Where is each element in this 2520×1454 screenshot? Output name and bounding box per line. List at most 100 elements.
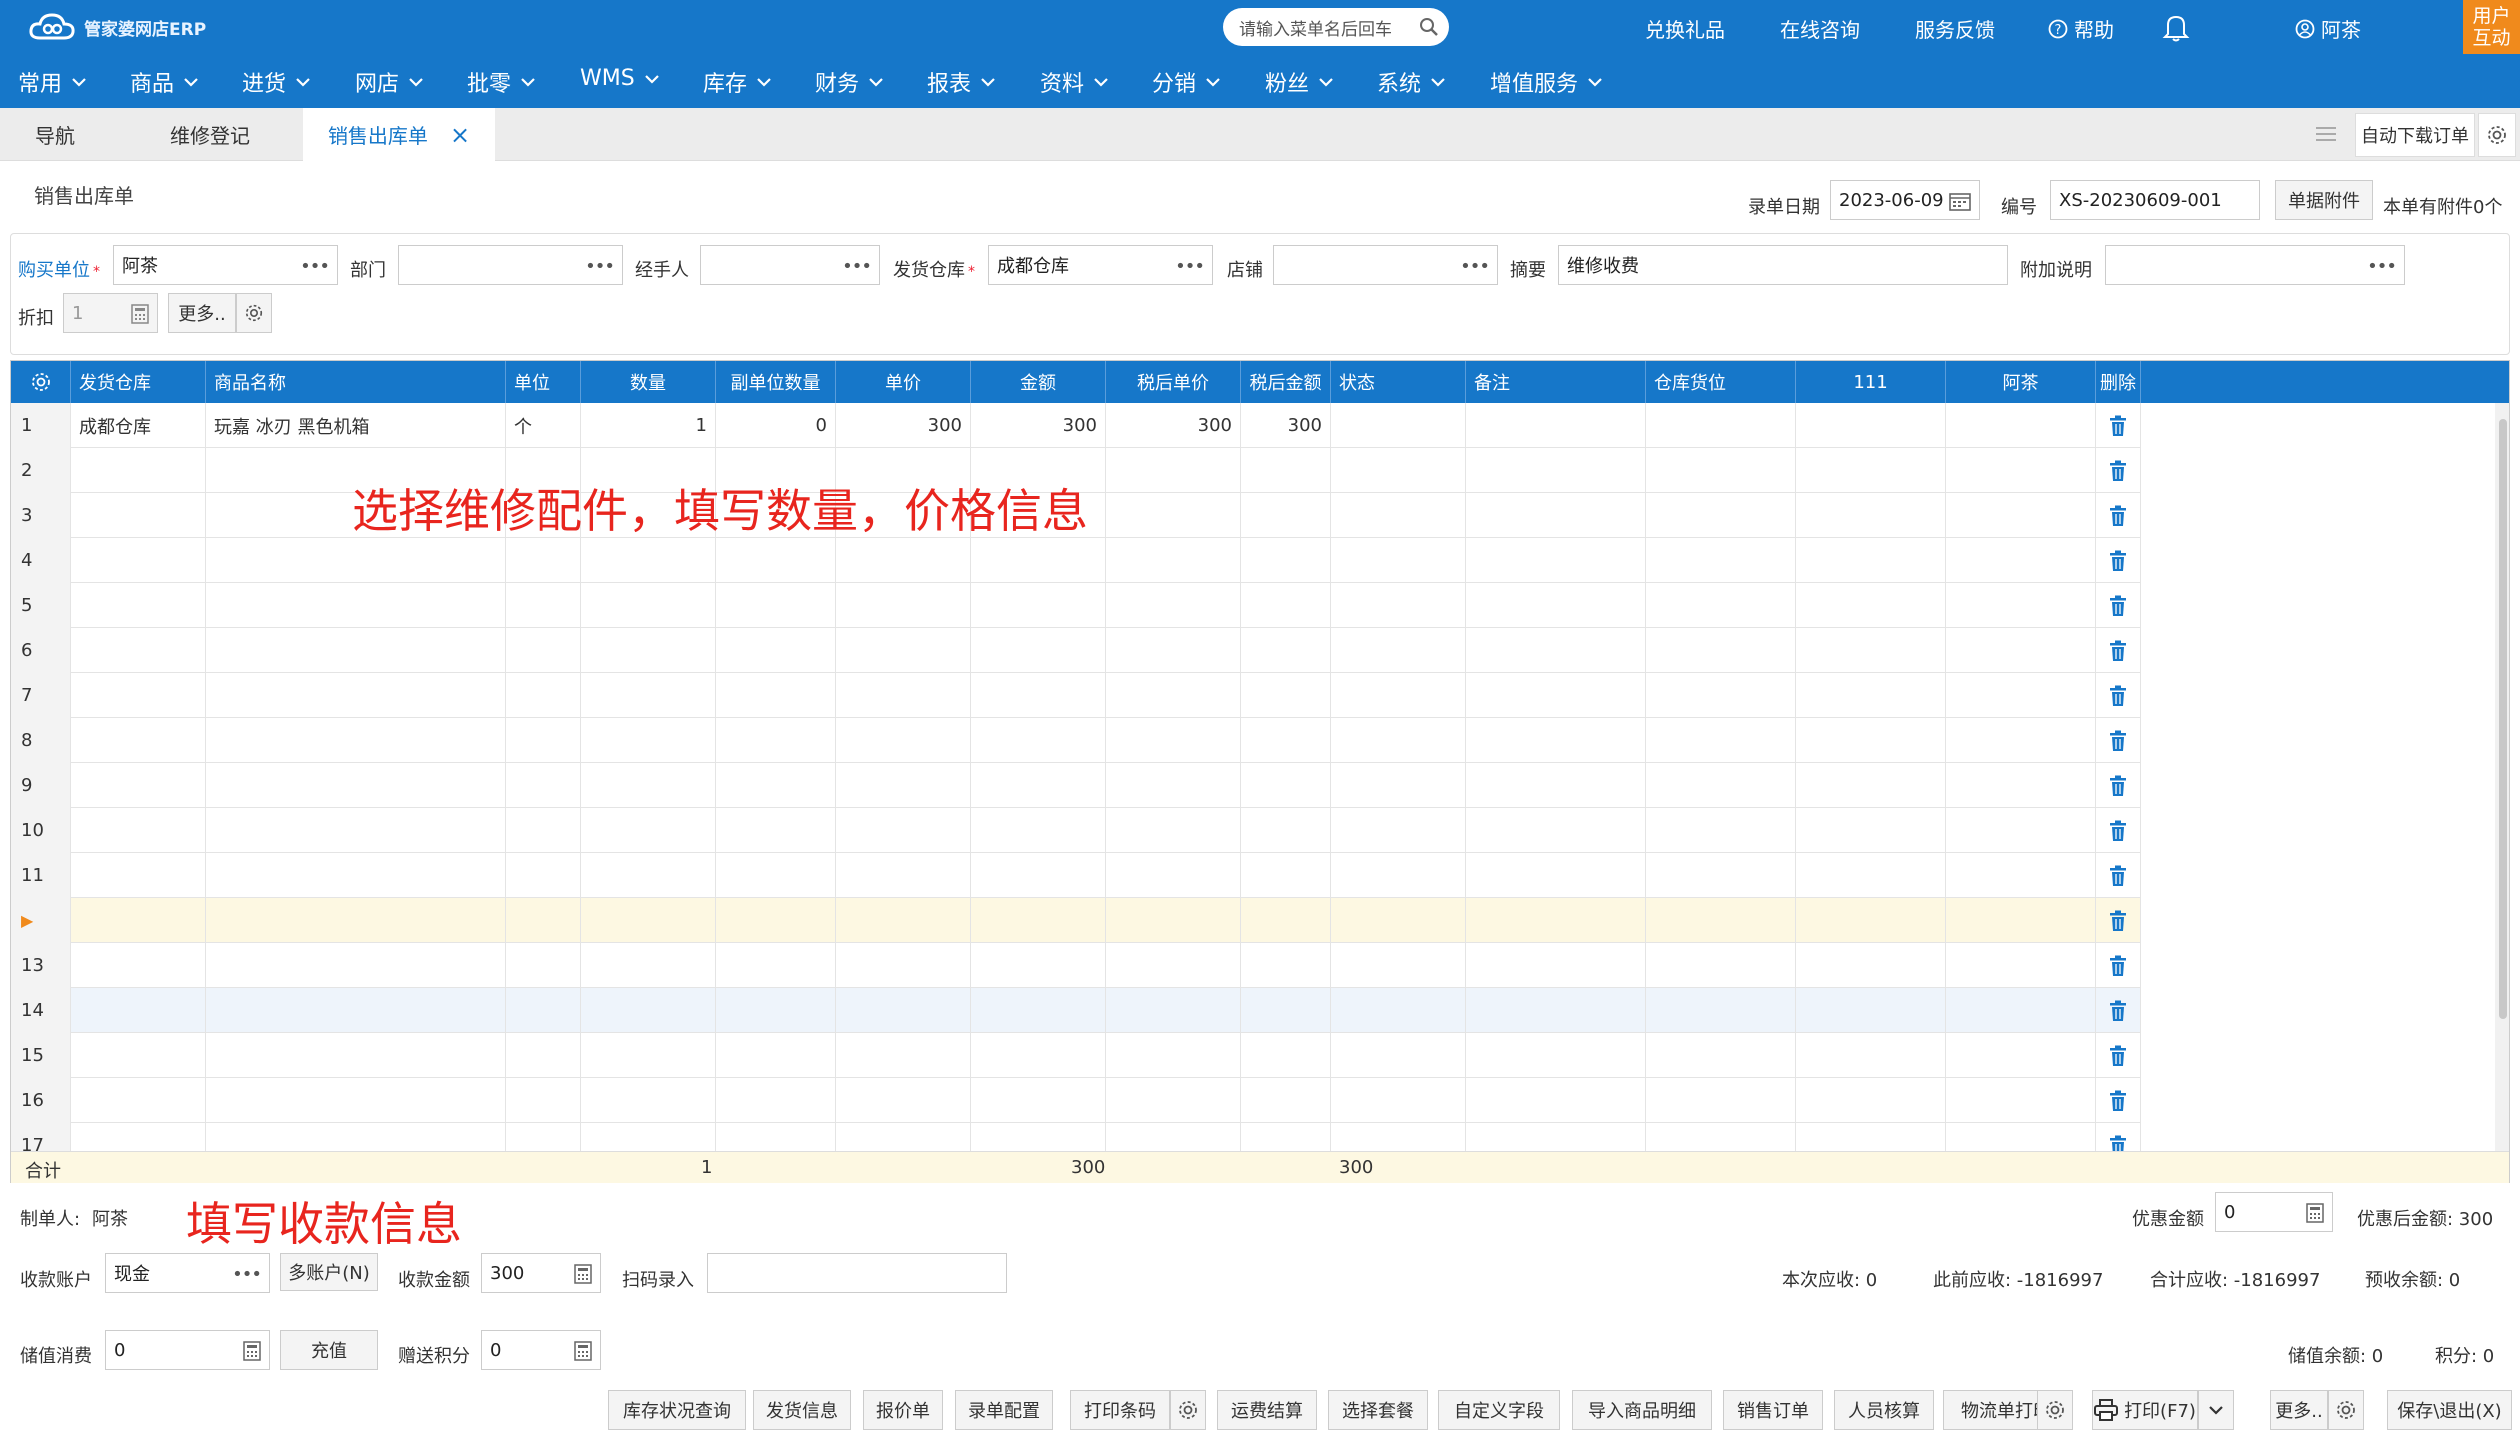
table-cell[interactable]: [506, 1033, 581, 1078]
auto-download-orders-button[interactable]: 自动下载订单: [2355, 113, 2475, 157]
table-cell[interactable]: [206, 718, 506, 763]
table-cell[interactable]: [1106, 718, 1241, 763]
table-cell[interactable]: [506, 628, 581, 673]
print-options-dropdown[interactable]: [2198, 1390, 2234, 1430]
table-cell[interactable]: [581, 988, 716, 1033]
table-cell[interactable]: [836, 943, 971, 988]
table-cell[interactable]: [1646, 1033, 1796, 1078]
table-cell[interactable]: [206, 988, 506, 1033]
table-cell[interactable]: 1: [581, 403, 716, 448]
table-cell[interactable]: [206, 538, 506, 583]
table-cell[interactable]: [836, 853, 971, 898]
column-header[interactable]: 数量: [581, 361, 716, 403]
table-cell[interactable]: [716, 1078, 836, 1123]
table-cell[interactable]: [1331, 448, 1466, 493]
table-cell[interactable]: [1646, 448, 1796, 493]
table-cell[interactable]: [1466, 1078, 1646, 1123]
table-cell[interactable]: [836, 898, 971, 943]
table-cell[interactable]: 0: [716, 403, 836, 448]
delete-row-button[interactable]: [2096, 403, 2141, 448]
table-cell[interactable]: [1946, 898, 2096, 943]
table-cell[interactable]: [1946, 493, 2096, 538]
table-cell[interactable]: [716, 853, 836, 898]
table-cell[interactable]: [206, 1033, 506, 1078]
delete-row-button[interactable]: [2096, 808, 2141, 853]
table-cell[interactable]: [581, 628, 716, 673]
table-cell[interactable]: [71, 1033, 206, 1078]
table-cell[interactable]: 300: [836, 403, 971, 448]
table-cell[interactable]: [716, 718, 836, 763]
table-row[interactable]: 5: [11, 583, 2141, 628]
table-cell[interactable]: [716, 583, 836, 628]
table-cell[interactable]: [1466, 853, 1646, 898]
print-barcode-settings-button[interactable]: [1170, 1390, 1206, 1430]
table-cell[interactable]: [1241, 763, 1331, 808]
table-cell[interactable]: [1796, 718, 1946, 763]
table-cell[interactable]: [71, 493, 206, 538]
table-cell[interactable]: [71, 943, 206, 988]
table-cell[interactable]: [971, 988, 1106, 1033]
table-cell[interactable]: [1331, 988, 1466, 1033]
table-cell[interactable]: [71, 628, 206, 673]
extra-note-field[interactable]: •••: [2105, 245, 2405, 285]
ellipsis-icon[interactable]: •••: [585, 256, 615, 277]
table-cell[interactable]: [836, 808, 971, 853]
table-cell[interactable]: [71, 763, 206, 808]
table-cell[interactable]: [581, 538, 716, 583]
table-cell[interactable]: [1241, 718, 1331, 763]
delete-row-button[interactable]: [2096, 493, 2141, 538]
table-cell[interactable]: [1331, 1078, 1466, 1123]
table-cell[interactable]: [206, 1078, 506, 1123]
table-cell[interactable]: [1796, 538, 1946, 583]
table-cell[interactable]: [1466, 718, 1646, 763]
column-header[interactable]: 发货仓库: [71, 361, 206, 403]
table-cell[interactable]: [716, 808, 836, 853]
delete-row-button[interactable]: [2096, 718, 2141, 763]
menu-13[interactable]: 增值服务: [1490, 66, 1604, 98]
table-cell[interactable]: [206, 808, 506, 853]
table-cell[interactable]: [1466, 673, 1646, 718]
delete-row-button[interactable]: [2096, 673, 2141, 718]
table-cell[interactable]: [581, 943, 716, 988]
table-cell[interactable]: [506, 808, 581, 853]
table-cell[interactable]: [581, 808, 716, 853]
tab-sales-outbound[interactable]: 销售出库单 ×: [303, 108, 495, 161]
table-row[interactable]: 16: [11, 1078, 2141, 1123]
table-cell[interactable]: [1466, 493, 1646, 538]
table-cell[interactable]: [1796, 628, 1946, 673]
action-button-4[interactable]: 打印条码: [1070, 1390, 1170, 1430]
table-cell[interactable]: [1331, 943, 1466, 988]
delete-row-button[interactable]: [2096, 628, 2141, 673]
table-cell[interactable]: [71, 898, 206, 943]
action-button-6[interactable]: 选择套餐: [1328, 1390, 1428, 1430]
table-cell[interactable]: [1106, 583, 1241, 628]
table-cell[interactable]: [1646, 988, 1796, 1033]
table-cell[interactable]: [1331, 403, 1466, 448]
action-button-10[interactable]: 人员核算: [1834, 1390, 1934, 1430]
table-cell[interactable]: [1241, 583, 1331, 628]
scan-input[interactable]: [707, 1253, 1007, 1293]
table-cell[interactable]: [716, 673, 836, 718]
table-cell[interactable]: 300: [1241, 403, 1331, 448]
user-menu[interactable]: 阿茶: [2295, 14, 2361, 43]
table-cell[interactable]: [1241, 1033, 1331, 1078]
action-button-1[interactable]: 发货信息: [753, 1390, 851, 1430]
menu-search-input[interactable]: 请输入菜单名后回车: [1223, 8, 1449, 46]
action-button-5[interactable]: 运费结算: [1217, 1390, 1317, 1430]
column-header[interactable]: 阿茶: [1946, 361, 2096, 403]
calculator-icon[interactable]: [2306, 1203, 2324, 1223]
table-cell[interactable]: [1796, 493, 1946, 538]
table-cell[interactable]: [971, 538, 1106, 583]
table-cell[interactable]: [1331, 538, 1466, 583]
table-cell[interactable]: [71, 718, 206, 763]
table-cell[interactable]: [1106, 898, 1241, 943]
stored-value-field[interactable]: 0: [105, 1330, 270, 1370]
table-cell[interactable]: [1331, 808, 1466, 853]
table-cell[interactable]: [1241, 673, 1331, 718]
menu-3[interactable]: 网店: [355, 66, 425, 98]
table-cell[interactable]: [1106, 853, 1241, 898]
table-cell[interactable]: [836, 1033, 971, 1078]
table-cell[interactable]: [1241, 1078, 1331, 1123]
table-cell[interactable]: [1946, 583, 2096, 628]
menu-10[interactable]: 分销: [1152, 66, 1222, 98]
